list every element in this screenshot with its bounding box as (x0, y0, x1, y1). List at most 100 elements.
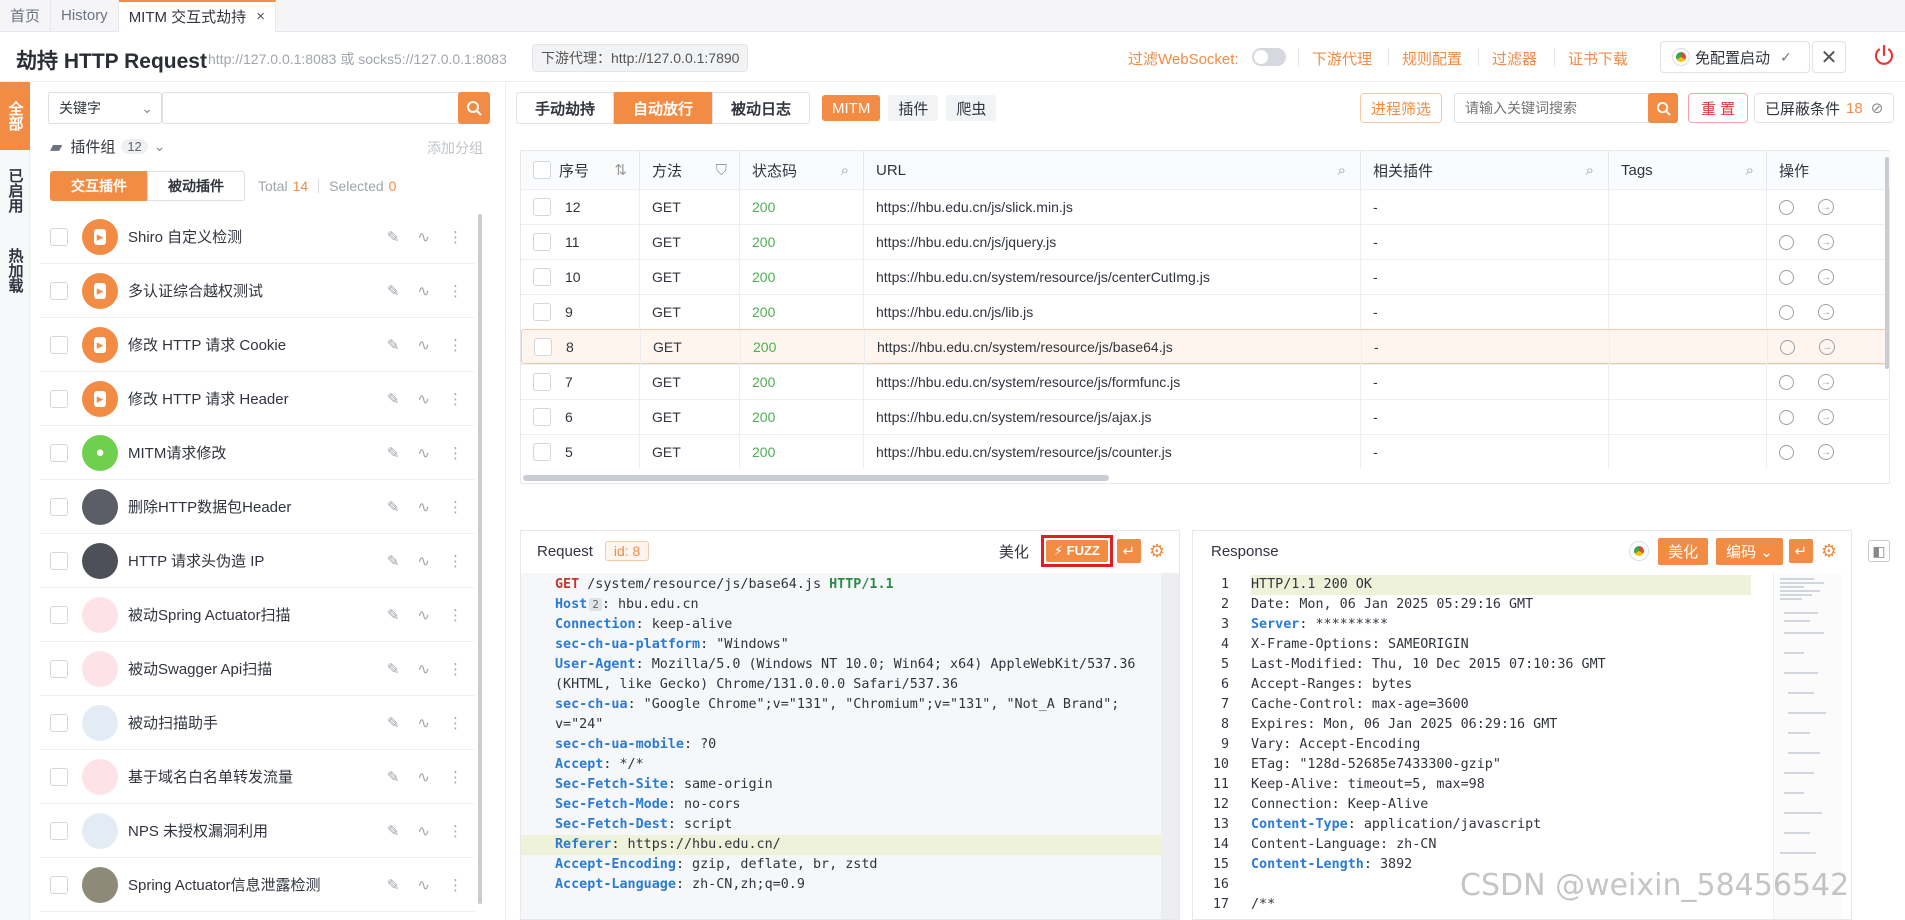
fuzz-button[interactable]: ⚡ FUZZ (1045, 540, 1108, 562)
scrollbar[interactable] (478, 214, 482, 904)
activity-icon[interactable]: ∿ (417, 390, 430, 408)
checkbox[interactable] (50, 605, 68, 624)
chrome-icon[interactable] (1779, 234, 1794, 250)
blocked-conditions-button[interactable]: 已屏蔽条件 18 ⊘ (1754, 93, 1895, 123)
launch-browser-button[interactable]: 免配置启动 ✓ (1660, 41, 1810, 73)
search-icon[interactable]: ⌕ (1338, 162, 1346, 179)
table-row[interactable]: 7 GET 200 https://hbu.edu.cn/system/resourc… (521, 364, 1889, 399)
vtab-enabled[interactable]: 已启用 (0, 150, 30, 230)
activity-icon[interactable]: ∿ (417, 444, 430, 462)
power-icon[interactable] (1872, 43, 1896, 67)
filter-websocket-toggle[interactable] (1252, 48, 1286, 66)
traffic-search-input[interactable] (1454, 93, 1649, 123)
checkbox[interactable] (50, 713, 68, 732)
gear-icon[interactable]: ⚙ (1149, 541, 1165, 562)
edit-icon[interactable]: ✎ (387, 552, 400, 570)
plugin-search-input[interactable] (162, 92, 466, 124)
search-button[interactable] (1648, 93, 1678, 123)
more-icon[interactable]: ⋮ (448, 390, 463, 408)
checkbox[interactable] (533, 233, 551, 251)
filter-link[interactable]: 过滤器 (1492, 48, 1537, 69)
col-header-plugin[interactable]: 相关插件 ⌕ (1361, 151, 1609, 189)
activity-icon[interactable]: ∿ (417, 660, 430, 678)
activity-icon[interactable]: ∿ (417, 228, 430, 246)
list-item[interactable]: 被动扫描助手 ✎ ∿ ⋮ (40, 696, 475, 750)
close-icon[interactable]: ✕ (1812, 41, 1846, 73)
list-item[interactable]: 删除HTTP数据包Header ✎ ∿ ⋮ (40, 480, 475, 534)
tag-plugin[interactable]: 插件 (888, 95, 939, 121)
checkbox[interactable] (50, 497, 68, 516)
edit-icon[interactable]: ✎ (387, 444, 400, 462)
scrollbar[interactable] (1161, 573, 1179, 919)
mode-auto-release[interactable]: 自动放行 (614, 92, 713, 124)
col-header-id[interactable]: 序号 ⇅ (521, 151, 640, 189)
seg-interactive-plugins[interactable]: 交互插件 (50, 171, 148, 201)
checkbox[interactable] (50, 551, 68, 570)
table-row[interactable]: 9 GET 200 https://hbu.edu.cn/js/lib.js - → (521, 294, 1889, 329)
chrome-icon[interactable] (1779, 374, 1794, 390)
more-icon[interactable]: ⋮ (448, 228, 463, 246)
checkbox[interactable] (533, 198, 551, 216)
checkbox[interactable] (50, 875, 68, 894)
checkbox[interactable] (50, 335, 68, 354)
activity-icon[interactable]: ∿ (417, 552, 430, 570)
chrome-icon[interactable] (1779, 199, 1794, 215)
gear-icon[interactable]: ⚙ (1821, 541, 1837, 562)
edit-icon[interactable]: ✎ (387, 228, 400, 246)
list-item[interactable]: ● MITM请求修改 ✎ ∿ ⋮ (40, 426, 475, 480)
chrome-icon[interactable] (1780, 339, 1795, 355)
search-icon[interactable]: ⌕ (1746, 162, 1754, 179)
tab-mitm[interactable]: MITM 交互式劫持 × (118, 0, 276, 32)
downstream-proxy-link[interactable]: 下游代理 (1312, 48, 1372, 69)
edit-icon[interactable]: ✎ (387, 390, 400, 408)
edit-icon[interactable]: ✎ (387, 336, 400, 354)
arrow-right-icon[interactable]: → (1818, 199, 1834, 215)
chrome-icon[interactable] (1779, 409, 1794, 425)
list-item[interactable]: 基于域名白名单转发流量 ✎ ∿ ⋮ (40, 750, 475, 804)
edit-icon[interactable]: ✎ (387, 660, 400, 678)
activity-icon[interactable]: ∿ (417, 768, 430, 786)
activity-icon[interactable]: ∿ (417, 606, 430, 624)
edit-icon[interactable]: ✎ (387, 876, 400, 894)
tab-history[interactable]: History (51, 0, 119, 32)
checkbox[interactable] (533, 373, 551, 391)
cert-download-link[interactable]: 证书下载 (1568, 48, 1628, 69)
activity-icon[interactable]: ∿ (417, 336, 430, 354)
add-group-link[interactable]: 添加分组 (427, 138, 483, 158)
checkbox[interactable] (50, 227, 68, 246)
list-item[interactable]: ▸ Shiro 自定义检测 ✎ ∿ ⋮ (40, 210, 475, 264)
plugin-group[interactable]: ▰ 插件组 12 ⌄ (50, 136, 166, 157)
arrow-right-icon[interactable]: → (1818, 304, 1834, 320)
close-icon[interactable]: × (256, 8, 265, 25)
activity-icon[interactable]: ∿ (417, 822, 430, 840)
col-header-tags[interactable]: Tags ⌕ (1609, 151, 1767, 189)
table-row[interactable]: 5 GET 200 https://hbu.edu.cn/system/resourc… (521, 434, 1889, 469)
more-icon[interactable]: ⋮ (448, 336, 463, 354)
chrome-icon[interactable] (1779, 269, 1794, 285)
table-row[interactable]: 10 GET 200 https://hbu.edu.cn/system/resour… (521, 259, 1889, 294)
mode-manual-hijack[interactable]: 手动劫持 (516, 92, 615, 124)
tag-crawler[interactable]: 爬虫 (946, 95, 997, 121)
request-editor[interactable]: GET /system/resource/js/base64.js HTTP/1… (521, 573, 1161, 919)
list-item[interactable]: ▸ 修改 HTTP 请求 Cookie ✎ ∿ ⋮ (40, 318, 475, 372)
more-icon[interactable]: ⋮ (448, 498, 463, 516)
edit-icon[interactable]: ✎ (387, 822, 400, 840)
arrow-right-icon[interactable]: → (1818, 269, 1834, 285)
tag-mitm[interactable]: MITM (822, 95, 881, 121)
checkbox[interactable] (533, 268, 551, 286)
list-item[interactable]: HTTP 请求头伪造 IP ✎ ∿ ⋮ (40, 534, 475, 588)
more-icon[interactable]: ⋮ (448, 876, 463, 894)
arrow-right-icon[interactable]: → (1818, 409, 1834, 425)
list-item[interactable]: 被动Swagger Api扫描 ✎ ∿ ⋮ (40, 642, 475, 696)
beautify-button[interactable]: 美化 (999, 541, 1029, 562)
sort-icon[interactable]: ⇅ (614, 161, 627, 179)
more-icon[interactable]: ⋮ (448, 768, 463, 786)
edit-icon[interactable]: ✎ (387, 768, 400, 786)
encoding-dropdown[interactable]: 编码 ⌄ (1716, 537, 1783, 565)
select-all-checkbox[interactable] (533, 161, 551, 179)
search-icon[interactable]: ⌕ (1586, 162, 1594, 179)
arrow-right-icon[interactable]: → (1818, 444, 1834, 460)
checkbox[interactable] (533, 303, 551, 321)
keyword-select[interactable]: 关键字 ⌄ (48, 92, 162, 124)
col-header-method[interactable]: 方法 ⛉ (640, 151, 740, 189)
